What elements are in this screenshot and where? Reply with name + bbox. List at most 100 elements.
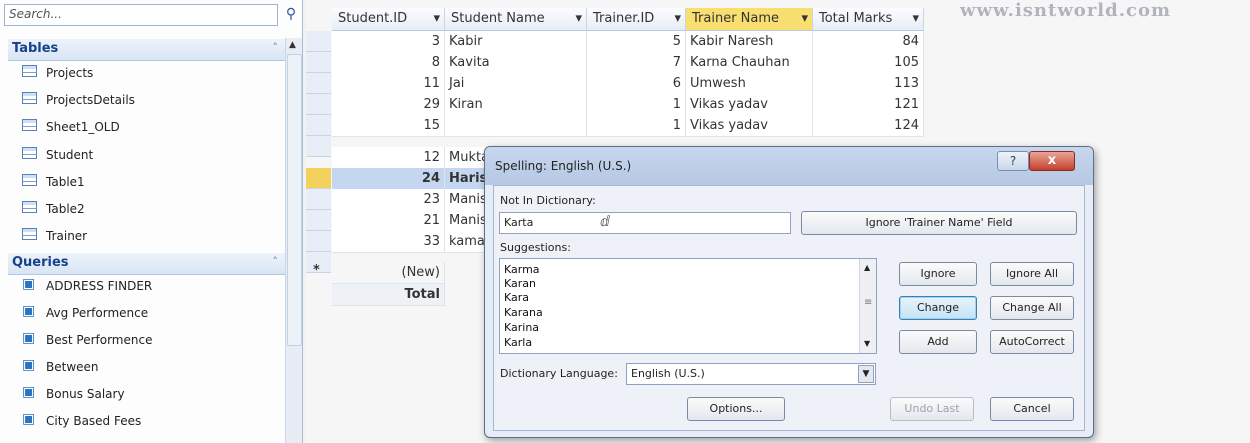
row-selector[interactable]	[306, 210, 331, 231]
dialog-titlebar[interactable]: Spelling: English (U.S.) ? x	[485, 147, 1093, 185]
nav-item-avg-performence[interactable]: ▣ Avg Performence	[8, 300, 286, 326]
queries-group-header[interactable]: Queries ˄	[8, 253, 286, 275]
list-item[interactable]: Karma	[504, 263, 540, 276]
column-header-student-id[interactable]: Student.ID ▾	[332, 8, 445, 31]
row-selector[interactable]	[306, 136, 331, 157]
column-header-student-name[interactable]: Student Name ▾	[445, 8, 587, 31]
ignore-field-button[interactable]: Ignore 'Trainer Name' Field	[801, 211, 1077, 235]
scroll-up-arrow-icon[interactable]: ▲	[289, 40, 296, 50]
chevron-down-icon[interactable]: ▼	[858, 365, 874, 383]
scroll-down-arrow-icon[interactable]: ▼	[864, 339, 870, 348]
scroll-thumb[interactable]	[287, 54, 302, 346]
suggestions-list[interactable]: Karma Karan Kara Karana Karina Karla ▲ ≡…	[499, 258, 877, 354]
nav-item-projects[interactable]: Projects	[8, 60, 286, 86]
list-item[interactable]: Karla	[504, 336, 532, 349]
nav-item-sheet1-old[interactable]: Sheet1_OLD	[8, 114, 286, 140]
column-dropdown-icon[interactable]: ▾	[674, 11, 681, 26]
table-cell[interactable]: 12	[332, 147, 445, 169]
column-header-total-marks[interactable]: Total Marks ▾	[813, 8, 924, 31]
table-cell[interactable]: 21	[332, 210, 445, 232]
table-cell[interactable]: Jai	[445, 73, 587, 95]
table-cell[interactable]: Kabir	[445, 31, 587, 53]
help-button[interactable]: ?	[997, 151, 1029, 171]
table-cell[interactable]: 1	[587, 115, 686, 137]
nav-item-between[interactable]: ▣ Between	[8, 354, 286, 380]
table-cell[interactable]: Kiran	[445, 94, 587, 116]
row-selector[interactable]	[306, 31, 331, 52]
table-cell[interactable]: 33	[332, 231, 445, 253]
column-header-trainer-name[interactable]: Trainer Name ▾	[686, 8, 813, 31]
table-cell[interactable]: 113	[813, 73, 924, 95]
change-all-button[interactable]: Change All	[990, 296, 1074, 320]
ignore-all-button[interactable]: Ignore All	[990, 262, 1074, 286]
table-cell[interactable]: 5	[587, 31, 686, 53]
nav-item-bonus-salary[interactable]: ▣ Bonus Salary	[8, 381, 286, 407]
table-cell[interactable]: 105	[813, 52, 924, 74]
nav-item-table1[interactable]: Table1	[8, 169, 286, 195]
ignore-button[interactable]: Ignore	[899, 262, 977, 286]
add-button[interactable]: Add	[899, 330, 977, 354]
nav-scrollbar[interactable]: ▲	[285, 38, 302, 443]
column-dropdown-icon[interactable]: ▾	[912, 11, 919, 26]
row-selector[interactable]	[306, 94, 331, 115]
list-item[interactable]: Karan	[504, 277, 536, 290]
close-button[interactable]: x	[1029, 151, 1075, 171]
nav-item-student[interactable]: Student	[8, 142, 286, 168]
table-cell[interactable]: Kavita	[445, 52, 587, 74]
table-cell[interactable]: 121	[813, 94, 924, 116]
undo-last-button[interactable]: Undo Last	[890, 397, 974, 421]
table-cell[interactable]: 3	[332, 31, 445, 53]
new-record-cell[interactable]: (New)	[332, 262, 445, 284]
table-cell[interactable]: 8	[332, 52, 445, 74]
cancel-button[interactable]: Cancel	[990, 397, 1074, 421]
table-cell-selected[interactable]: 24	[332, 168, 445, 190]
row-selector[interactable]	[306, 231, 331, 252]
row-selector-current[interactable]	[306, 168, 331, 189]
column-dropdown-icon[interactable]: ▾	[801, 11, 808, 26]
table-cell[interactable]: 84	[813, 31, 924, 53]
nav-item-address-finder[interactable]: ▣ ADDRESS FINDER	[8, 273, 286, 299]
table-cell[interactable]: Karna Chauhan	[686, 52, 813, 74]
table-cell[interactable]: Vikas yadav	[686, 94, 813, 116]
search-input[interactable]: Search...	[4, 4, 278, 26]
table-cell[interactable]: 6	[587, 73, 686, 95]
column-dropdown-icon[interactable]: ▾	[433, 11, 440, 26]
options-button[interactable]: Options...	[687, 397, 785, 421]
table-cell[interactable]: 23	[332, 189, 445, 211]
tables-group-header[interactable]: Tables ˄	[8, 39, 286, 61]
suggestions-scrollbar[interactable]: ▲ ≡ ▼	[859, 259, 876, 353]
row-selector[interactable]	[306, 189, 331, 210]
dictionary-language-select[interactable]: English (U.S.) ▼	[626, 363, 876, 385]
table-cell[interactable]: Umwesh	[686, 73, 813, 95]
collapse-chevron-icon[interactable]: ˄	[273, 255, 279, 268]
scroll-up-arrow-icon[interactable]: ▲	[864, 263, 870, 272]
table-cell[interactable]: 1	[587, 94, 686, 116]
table-cell[interactable]: Kabir Naresh	[686, 31, 813, 53]
not-in-dictionary-field[interactable]: Karta ⅆ	[499, 212, 791, 234]
nav-item-trainer[interactable]: Trainer	[8, 223, 286, 249]
list-item[interactable]: Kara	[504, 291, 529, 304]
row-selector[interactable]	[306, 115, 331, 136]
list-item[interactable]: Karana	[504, 306, 543, 319]
column-dropdown-icon[interactable]: ▾	[575, 11, 582, 26]
table-cell[interactable]: 7	[587, 52, 686, 74]
search-icon[interactable]: ⚲	[282, 5, 300, 23]
table-cell[interactable]	[445, 115, 587, 137]
nav-item-city-based-fees[interactable]: ▣ City Based Fees	[8, 408, 286, 434]
collapse-chevron-icon[interactable]: ˄	[273, 41, 279, 54]
change-button[interactable]: Change	[899, 296, 977, 320]
table-cell[interactable]: 29	[332, 94, 445, 116]
row-selector[interactable]	[306, 52, 331, 73]
column-header-trainer-id[interactable]: Trainer.ID ▾	[587, 8, 686, 31]
nav-item-table2[interactable]: Table2	[8, 196, 286, 222]
table-cell[interactable]: 15	[332, 115, 445, 137]
row-selector[interactable]	[306, 73, 331, 94]
autocorrect-button[interactable]: AutoCorrect	[990, 330, 1074, 354]
table-cell[interactable]: Vikas yadav	[686, 115, 813, 137]
scroll-thumb-grip-icon[interactable]: ≡	[864, 297, 872, 308]
nav-item-best-performence[interactable]: ▣ Best Performence	[8, 327, 286, 353]
nav-item-projectsdetails[interactable]: ProjectsDetails	[8, 87, 286, 113]
table-cell[interactable]: 11	[332, 73, 445, 95]
list-item[interactable]: Karina	[504, 321, 539, 334]
table-cell[interactable]: 124	[813, 115, 924, 137]
